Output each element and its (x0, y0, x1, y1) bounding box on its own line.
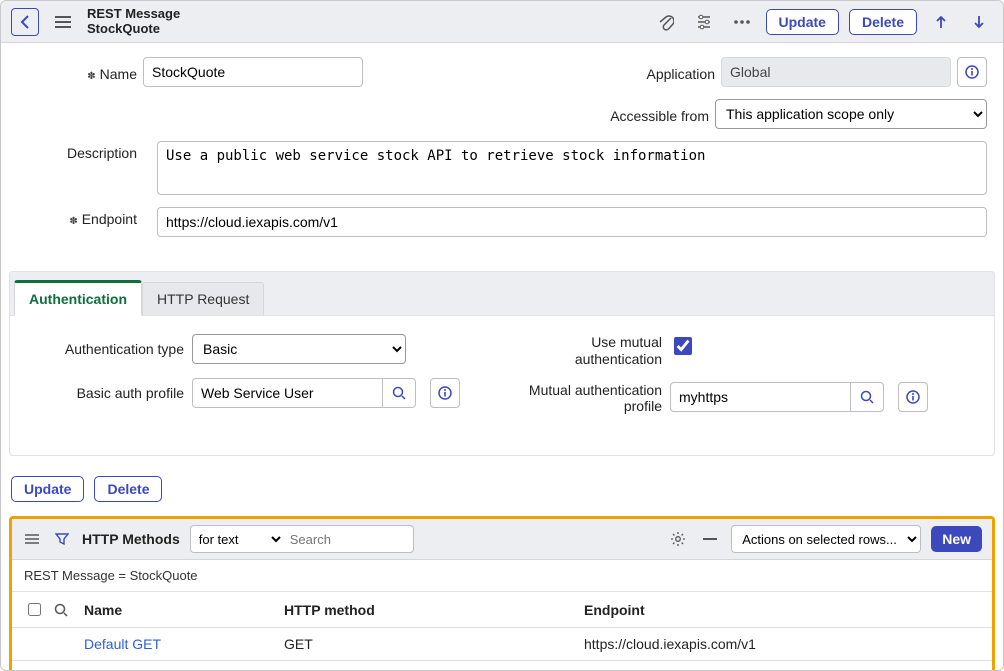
arrow-up-icon (935, 15, 947, 29)
basic-profile-label: Basic auth profile (24, 385, 184, 401)
basic-profile-field[interactable] (192, 378, 382, 408)
application-label: Application (647, 62, 716, 82)
paperclip-icon (658, 13, 674, 31)
column-header-name[interactable]: Name (84, 602, 284, 618)
endpoint-field[interactable] (157, 207, 987, 237)
gear-icon (670, 531, 686, 547)
tab-http-request[interactable]: HTTP Request (142, 282, 264, 316)
info-icon (438, 386, 452, 400)
accessible-label: Accessible from (610, 104, 709, 124)
select-all-checkbox[interactable] (28, 603, 41, 616)
menu-icon (25, 534, 39, 544)
update-button-bottom[interactable]: Update (11, 476, 84, 502)
bottom-button-bar: Update Delete (1, 466, 1003, 516)
search-type-select[interactable]: for text (190, 525, 284, 553)
mutual-profile-lookup-button[interactable] (850, 382, 884, 412)
tab-authentication[interactable]: Authentication (14, 280, 142, 316)
mutual-profile-field[interactable] (670, 382, 850, 412)
table-row: Default GET GET https://cloud.iexapis.co… (12, 628, 992, 661)
info-icon (965, 65, 979, 79)
column-header-method[interactable]: HTTP method (284, 602, 584, 618)
back-button[interactable] (11, 8, 39, 36)
form-body: Name Application Global Accessible from … (1, 43, 1003, 259)
search-icon (392, 386, 406, 400)
use-mutual-label: Use mutual authentication (522, 334, 662, 368)
actions-on-rows-select[interactable]: Actions on selected rows... (731, 525, 921, 553)
tab-section: Authentication HTTP Request Authenticati… (9, 271, 995, 456)
related-list-header-row: Name HTTP method Endpoint (12, 592, 992, 628)
mutual-profile-label: Mutual authentication profile (522, 382, 662, 416)
related-list-http-methods: HTTP Methods for text Actions on selecte… (9, 516, 995, 671)
description-label: Description (17, 141, 137, 161)
row-name-link[interactable]: Default GET (84, 636, 284, 652)
menu-icon (55, 16, 71, 28)
basic-profile-info-button[interactable] (430, 378, 460, 408)
record-name-label: StockQuote (87, 22, 642, 36)
name-label: Name (17, 62, 137, 82)
pagination: to 1 of 1 (12, 661, 992, 671)
personalize-list-button[interactable] (667, 525, 689, 553)
application-field: Global (721, 57, 951, 87)
minus-icon (703, 538, 717, 540)
menu-button[interactable] (49, 8, 77, 36)
name-field[interactable] (143, 57, 363, 87)
basic-profile-lookup-button[interactable] (382, 378, 416, 408)
related-search-input[interactable] (284, 525, 414, 553)
endpoint-label: Endpoint (17, 207, 137, 227)
use-mutual-checkbox[interactable] (674, 337, 692, 355)
form-header: REST Message StockQuote Update Delete (1, 1, 1003, 43)
row-method-cell: GET (284, 636, 584, 652)
auth-type-select[interactable]: Basic (192, 334, 406, 364)
delete-button-bottom[interactable]: Delete (94, 476, 162, 502)
tab-strip: Authentication HTTP Request (10, 272, 994, 316)
header-actions: Update Delete (652, 8, 993, 36)
info-icon (906, 390, 920, 404)
accessible-select[interactable]: This application scope only (715, 99, 987, 129)
description-field[interactable] (157, 141, 987, 195)
chevron-left-icon (20, 15, 30, 29)
record-type-label: REST Message (87, 7, 642, 21)
mutual-profile-info-button[interactable] (898, 382, 928, 412)
auth-type-label: Authentication type (24, 341, 184, 357)
row-endpoint-cell: https://cloud.iexapis.com/v1 (584, 636, 980, 652)
update-button[interactable]: Update (766, 9, 839, 35)
more-actions-button[interactable] (728, 8, 756, 36)
new-button[interactable]: New (931, 526, 982, 552)
attachments-button[interactable] (652, 8, 680, 36)
application-info-button[interactable] (957, 57, 987, 87)
settings-button[interactable] (690, 8, 718, 36)
search-icon (860, 390, 874, 404)
delete-button[interactable]: Delete (849, 9, 917, 35)
collapse-button[interactable] (699, 525, 721, 553)
column-header-endpoint[interactable]: Endpoint (584, 602, 980, 618)
ellipsis-icon (734, 20, 750, 24)
prev-record-button[interactable] (927, 8, 955, 36)
arrow-down-icon (973, 15, 985, 29)
related-list-menu-button[interactable] (22, 525, 42, 553)
row-search-button[interactable] (54, 603, 84, 617)
related-list-toolbar: HTTP Methods for text Actions on selecte… (12, 519, 992, 560)
filter-button[interactable] (52, 525, 72, 553)
sliders-icon (696, 14, 712, 30)
related-list-breadcrumb[interactable]: REST Message = StockQuote (12, 560, 992, 592)
next-record-button[interactable] (965, 8, 993, 36)
search-icon (54, 603, 68, 617)
related-list-title: HTTP Methods (82, 531, 180, 547)
header-title-block: REST Message StockQuote (87, 7, 642, 36)
filter-icon (55, 532, 69, 546)
tab-body-authentication: Authentication type Basic Basic auth pro… (10, 316, 994, 455)
